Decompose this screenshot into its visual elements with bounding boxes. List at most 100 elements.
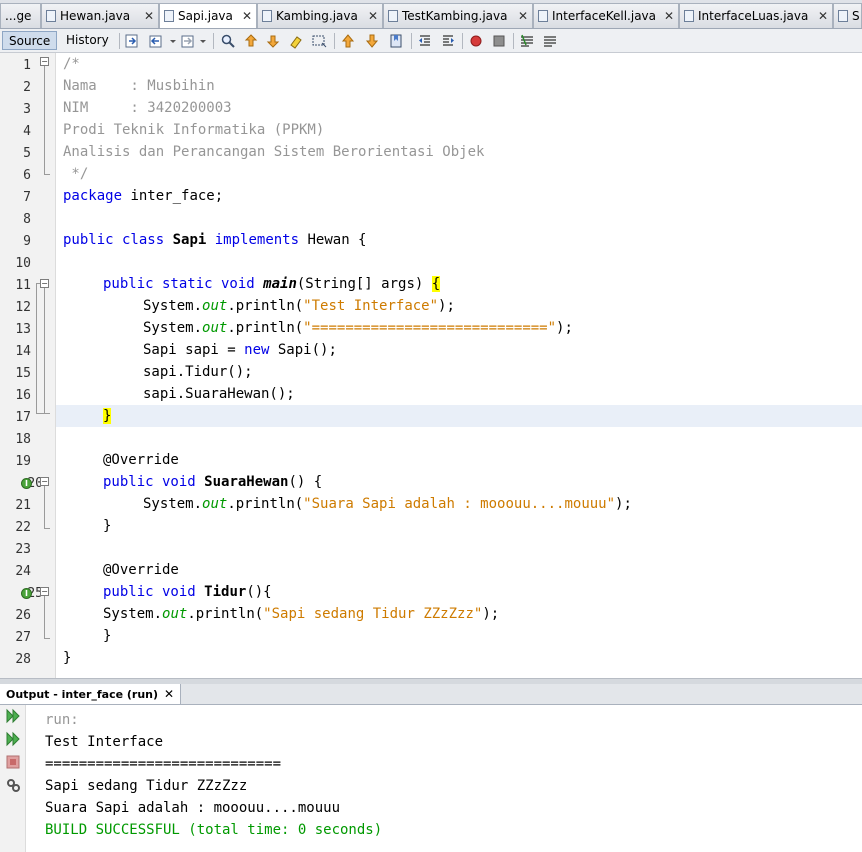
line-number: 22 xyxy=(15,520,31,535)
forward-icon[interactable] xyxy=(180,33,196,49)
tab-kambing[interactable]: Kambing.java ✕ xyxy=(257,3,383,28)
toolbar-separator xyxy=(119,33,120,49)
tab-label: TestKambing.java xyxy=(402,9,508,23)
code-line: /* xyxy=(63,56,80,72)
stop-macro-recording-icon[interactable] xyxy=(491,33,507,49)
java-file-icon xyxy=(838,10,848,22)
shift-right-icon[interactable] xyxy=(440,33,456,49)
toolbar-separator xyxy=(462,33,463,49)
code-line: NIM : 3420200003 xyxy=(63,100,232,116)
fold-collapse-icon[interactable]: − xyxy=(40,279,49,288)
next-bookmark-icon[interactable] xyxy=(364,33,380,49)
fold-guide-end xyxy=(36,283,40,284)
output-line: Sapi sedang Tidur ZZzZzz xyxy=(45,778,248,794)
last-edit-icon[interactable] xyxy=(124,33,140,49)
history-button[interactable]: History xyxy=(60,31,115,50)
close-icon[interactable]: ✕ xyxy=(144,4,154,28)
tab-label: Sapi.java xyxy=(178,9,233,23)
line-number: 4 xyxy=(23,124,31,139)
java-file-icon xyxy=(262,10,272,22)
close-icon[interactable]: ✕ xyxy=(664,4,674,28)
find-next-icon[interactable] xyxy=(265,33,281,49)
close-icon[interactable]: ✕ xyxy=(518,4,528,28)
fold-guide-end xyxy=(44,638,50,639)
java-file-icon xyxy=(684,10,694,22)
implements-method-icon[interactable]: I xyxy=(21,588,32,599)
tab-interfaceluas[interactable]: InterfaceLuas.java ✕ xyxy=(679,3,833,28)
fold-collapse-icon[interactable]: − xyxy=(40,477,49,486)
toggle-highlight-icon[interactable] xyxy=(288,33,304,49)
tab-sapi[interactable]: Sapi.java ✕ xyxy=(159,3,257,28)
java-file-icon xyxy=(538,10,548,22)
implements-method-icon[interactable]: I xyxy=(21,478,32,489)
toolbar-separator xyxy=(513,33,514,49)
tab-label: ...ge xyxy=(5,9,32,23)
back-icon[interactable] xyxy=(148,33,164,49)
line-number: 28 xyxy=(15,652,31,667)
tab-overflow[interactable]: ...ge xyxy=(0,3,41,28)
find-icon[interactable] xyxy=(220,33,236,49)
close-icon[interactable]: ✕ xyxy=(164,687,174,701)
rerun-with-parameters-icon[interactable] xyxy=(5,731,21,747)
fold-guide-end xyxy=(36,413,50,414)
find-previous-icon[interactable] xyxy=(243,33,259,49)
tab-label: S xyxy=(852,9,860,23)
code-line: Sapi sapi = new Sapi(); xyxy=(143,342,337,358)
code-line: sapi.SuaraHewan(); xyxy=(143,386,295,402)
toolbar-separator xyxy=(213,33,214,49)
code-line: } xyxy=(103,518,112,534)
source-button[interactable]: Source xyxy=(2,31,58,50)
line-number: 21 xyxy=(15,498,31,513)
code-line: public void Tidur(){ xyxy=(103,584,272,600)
fold-collapse-icon[interactable]: − xyxy=(40,587,49,596)
code-line: System.out.println("Suara Sapi adalah : … xyxy=(143,496,632,512)
line-number: 13 xyxy=(15,322,31,337)
code-line: } xyxy=(103,628,112,644)
code-line: sapi.Tidur(); xyxy=(143,364,253,380)
code-line: System.out.println("Test Interface"); xyxy=(143,298,455,314)
code-editor[interactable]: 1 2 3 4 5 6 7 8 9 10 11 12 13 14 15 16 1… xyxy=(0,53,862,678)
fold-guide xyxy=(44,66,45,174)
output-tab-label: Output - inter_face (run) xyxy=(6,688,159,701)
tab-interfacekell[interactable]: InterfaceKell.java ✕ xyxy=(533,3,679,28)
rectangular-selection-icon[interactable] xyxy=(311,33,327,49)
code-line: @Override xyxy=(103,452,179,468)
stop-icon[interactable] xyxy=(5,754,21,770)
line-number: 9 xyxy=(23,234,31,249)
uncomment-icon[interactable] xyxy=(542,33,558,49)
comment-icon[interactable] xyxy=(519,33,535,49)
fold-collapse-icon[interactable]: − xyxy=(40,57,49,66)
line-number: 16 xyxy=(15,388,31,403)
previous-bookmark-icon[interactable] xyxy=(340,33,356,49)
rerun-icon[interactable] xyxy=(5,708,21,724)
tab-testkambing[interactable]: TestKambing.java ✕ xyxy=(383,3,533,28)
tab-output[interactable]: Output - inter_face (run) ✕ xyxy=(0,684,182,704)
tab-hewan[interactable]: Hewan.java ✕ xyxy=(41,3,159,28)
code-line: } xyxy=(63,650,72,666)
line-number: 3 xyxy=(23,102,31,117)
code-line: Nama : Musbihin xyxy=(63,78,215,94)
code-line: System.out.println("====================… xyxy=(143,320,573,336)
output-tab-bar: Output - inter_face (run) ✕ xyxy=(0,684,862,705)
output-line: Suara Sapi adalah : mooouu....mouuu xyxy=(45,800,341,816)
line-number: 23 xyxy=(15,542,31,557)
close-icon[interactable]: ✕ xyxy=(818,4,828,28)
shift-left-icon[interactable] xyxy=(417,33,433,49)
start-macro-recording-icon[interactable] xyxy=(468,33,484,49)
tab-label: InterfaceLuas.java xyxy=(698,9,809,23)
chevron-down-icon[interactable] xyxy=(198,33,208,49)
close-icon[interactable]: ✕ xyxy=(368,4,378,28)
java-file-icon xyxy=(46,10,56,22)
code-line: Analisis dan Perancangan Sistem Berorien… xyxy=(63,144,485,160)
toolbar-separator xyxy=(334,33,335,49)
line-number: 24 xyxy=(15,564,31,579)
tab-label: Hewan.java xyxy=(60,9,131,23)
toggle-bookmark-icon[interactable] xyxy=(388,33,404,49)
chevron-down-icon[interactable] xyxy=(168,33,178,49)
toolbar-separator xyxy=(411,33,412,49)
settings-icon[interactable] xyxy=(5,777,21,793)
line-number: 2 xyxy=(23,80,31,95)
close-icon[interactable]: ✕ xyxy=(242,4,252,28)
tab-partial[interactable]: S xyxy=(833,3,862,28)
output-line: Test Interface xyxy=(45,734,164,750)
